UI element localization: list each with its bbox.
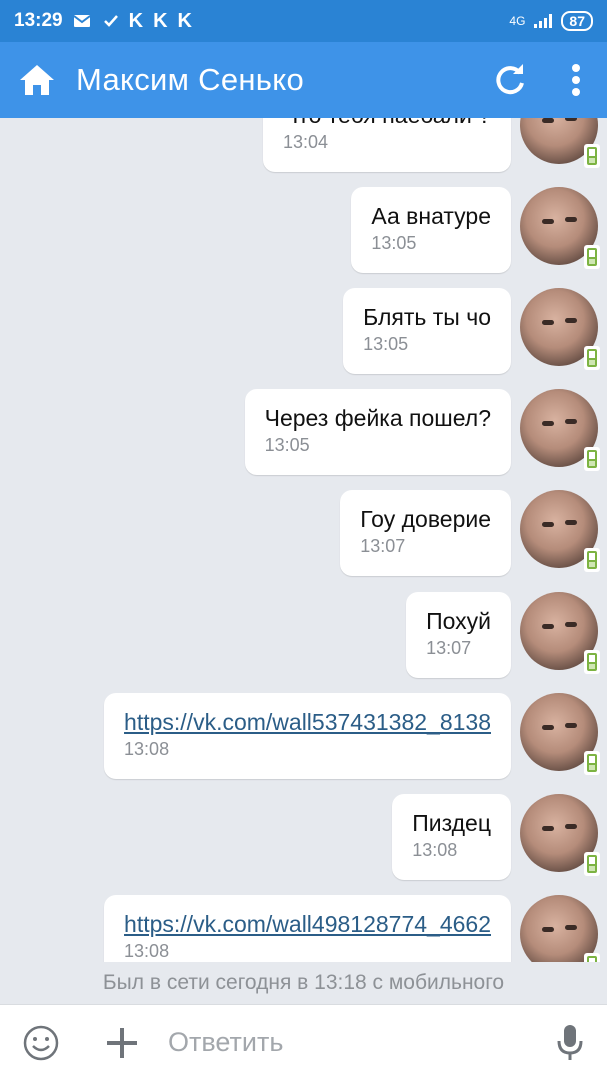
check-icon [103, 15, 118, 27]
more-vertical-icon[interactable] [571, 63, 581, 97]
message-time: 13:05 [371, 233, 417, 253]
avatar[interactable] [520, 389, 600, 471]
avatar[interactable] [520, 895, 600, 962]
message-link[interactable]: https://vk.com/wall537431382_8138 [124, 707, 491, 737]
message-text: Блять ты чо [363, 304, 491, 330]
refresh-icon[interactable] [493, 63, 527, 97]
add-icon[interactable] [104, 1025, 140, 1061]
mobile-online-icon [584, 346, 600, 370]
message-time: 13:08 [124, 739, 170, 759]
mobile-online-icon [584, 953, 600, 962]
mobile-online-icon [584, 751, 600, 775]
message-bubble[interactable]: Аа внатуре 13:05 [351, 187, 511, 273]
avatar-detail [565, 925, 577, 930]
message-item[interactable]: Гоу доверие 13:07 [0, 490, 607, 580]
last-seen-status: Был в сети сегодня в 13:18 с мобильного [0, 962, 607, 1004]
avatar[interactable] [520, 187, 600, 269]
app-bar-actions [493, 63, 589, 97]
message-bubble[interactable]: Пиздец 13:08 [392, 794, 511, 880]
avatar-detail [542, 927, 554, 932]
message-item[interactable]: Блять ты чо 13:05 [0, 288, 607, 378]
message-item[interactable]: Аа внатуре 13:05 [0, 187, 607, 277]
avatar-detail [565, 419, 577, 424]
home-icon[interactable] [18, 63, 56, 97]
mobile-online-icon [584, 144, 600, 168]
message-text: Аа внатуре [371, 203, 491, 229]
app-bar: Максим Сенько [0, 42, 607, 118]
status-time: 13:29 [14, 10, 63, 31]
message-link[interactable]: https://vk.com/wall498128774_4662 [124, 909, 491, 939]
message-item[interactable]: https://vk.com/wall498128774_4662 13:08 [0, 895, 607, 962]
avatar-detail [542, 118, 554, 123]
avatar-detail [542, 421, 554, 426]
avatar-detail [565, 318, 577, 323]
message-composer [0, 1004, 607, 1080]
message-list[interactable]: Что тебя наебали ? 13:04 Аа внатуре 13:0… [0, 118, 607, 962]
message-time: 13:07 [360, 536, 406, 556]
avatar-detail [542, 219, 554, 224]
avatar[interactable] [520, 490, 600, 572]
message-time: 13:08 [124, 941, 170, 961]
mobile-online-icon [584, 548, 600, 572]
avatar-detail [542, 522, 554, 527]
avatar-detail [565, 520, 577, 525]
avatar-detail [542, 725, 554, 730]
message-item[interactable]: https://vk.com/wall537431382_8138 13:08 [0, 693, 607, 783]
avatar-detail [565, 217, 577, 222]
avatar[interactable] [520, 592, 600, 674]
message-text: Что тебя наебали ? [283, 118, 491, 130]
message-bubble[interactable]: Гоу доверие 13:07 [340, 490, 511, 576]
message-item[interactable]: Похуй 13:07 [0, 592, 607, 682]
message-time: 13:05 [264, 435, 310, 455]
message-text: Пиздец [412, 810, 491, 836]
status-notification-icons: K K K [73, 10, 192, 33]
message-item[interactable]: Пиздец 13:08 [0, 794, 607, 884]
status-system-icons: 4G 87 [509, 11, 593, 31]
message-time: 13:07 [426, 638, 472, 658]
notification-letter: K [177, 9, 192, 32]
notification-letter: K [128, 9, 144, 32]
battery-indicator: 87 [561, 11, 593, 31]
network-type-label: 4G [509, 14, 526, 28]
notification-letter: K [153, 9, 168, 32]
avatar-detail [542, 320, 554, 325]
signal-icon [534, 14, 553, 28]
status-bar: 13:29 K K K 4G 87 [0, 0, 607, 42]
chat-title[interactable]: Максим Сенько [76, 62, 304, 98]
mobile-online-icon [584, 650, 600, 674]
avatar-detail [565, 118, 577, 121]
mobile-online-icon [584, 245, 600, 269]
avatar[interactable] [520, 118, 600, 168]
avatar[interactable] [520, 794, 600, 876]
mail-notification-icon [73, 15, 91, 27]
avatar-detail [565, 824, 577, 829]
message-text: Через фейка пошел? [264, 405, 491, 431]
message-time: 13:08 [412, 840, 458, 860]
message-item[interactable]: Что тебя наебали ? 13:04 [0, 118, 607, 176]
mobile-online-icon [584, 447, 600, 471]
message-text: Гоу доверие [360, 506, 491, 532]
avatar-detail [565, 723, 577, 728]
reply-input[interactable] [166, 1026, 520, 1059]
message-bubble[interactable]: Что тебя наебали ? 13:04 [262, 118, 511, 172]
avatar-detail [542, 826, 554, 831]
message-bubble[interactable]: Блять ты чо 13:05 [343, 288, 511, 374]
avatar[interactable] [520, 288, 600, 370]
message-bubble[interactable]: Похуй 13:07 [406, 592, 511, 678]
message-time: 13:04 [282, 132, 329, 152]
message-bubble[interactable]: https://vk.com/wall537431382_8138 13:08 [104, 693, 511, 779]
avatar-detail [542, 624, 554, 629]
emoji-icon[interactable] [22, 1024, 60, 1062]
message-item[interactable]: Через фейка пошел? 13:05 [0, 389, 607, 479]
avatar[interactable] [520, 693, 600, 775]
microphone-icon[interactable] [555, 1023, 585, 1063]
message-time: 13:05 [363, 334, 409, 354]
message-text: Похуй [426, 608, 491, 634]
mobile-online-icon [584, 852, 600, 876]
avatar-detail [565, 622, 577, 627]
message-bubble[interactable]: Через фейка пошел? 13:05 [244, 389, 511, 475]
message-bubble[interactable]: https://vk.com/wall498128774_4662 13:08 [104, 895, 511, 962]
